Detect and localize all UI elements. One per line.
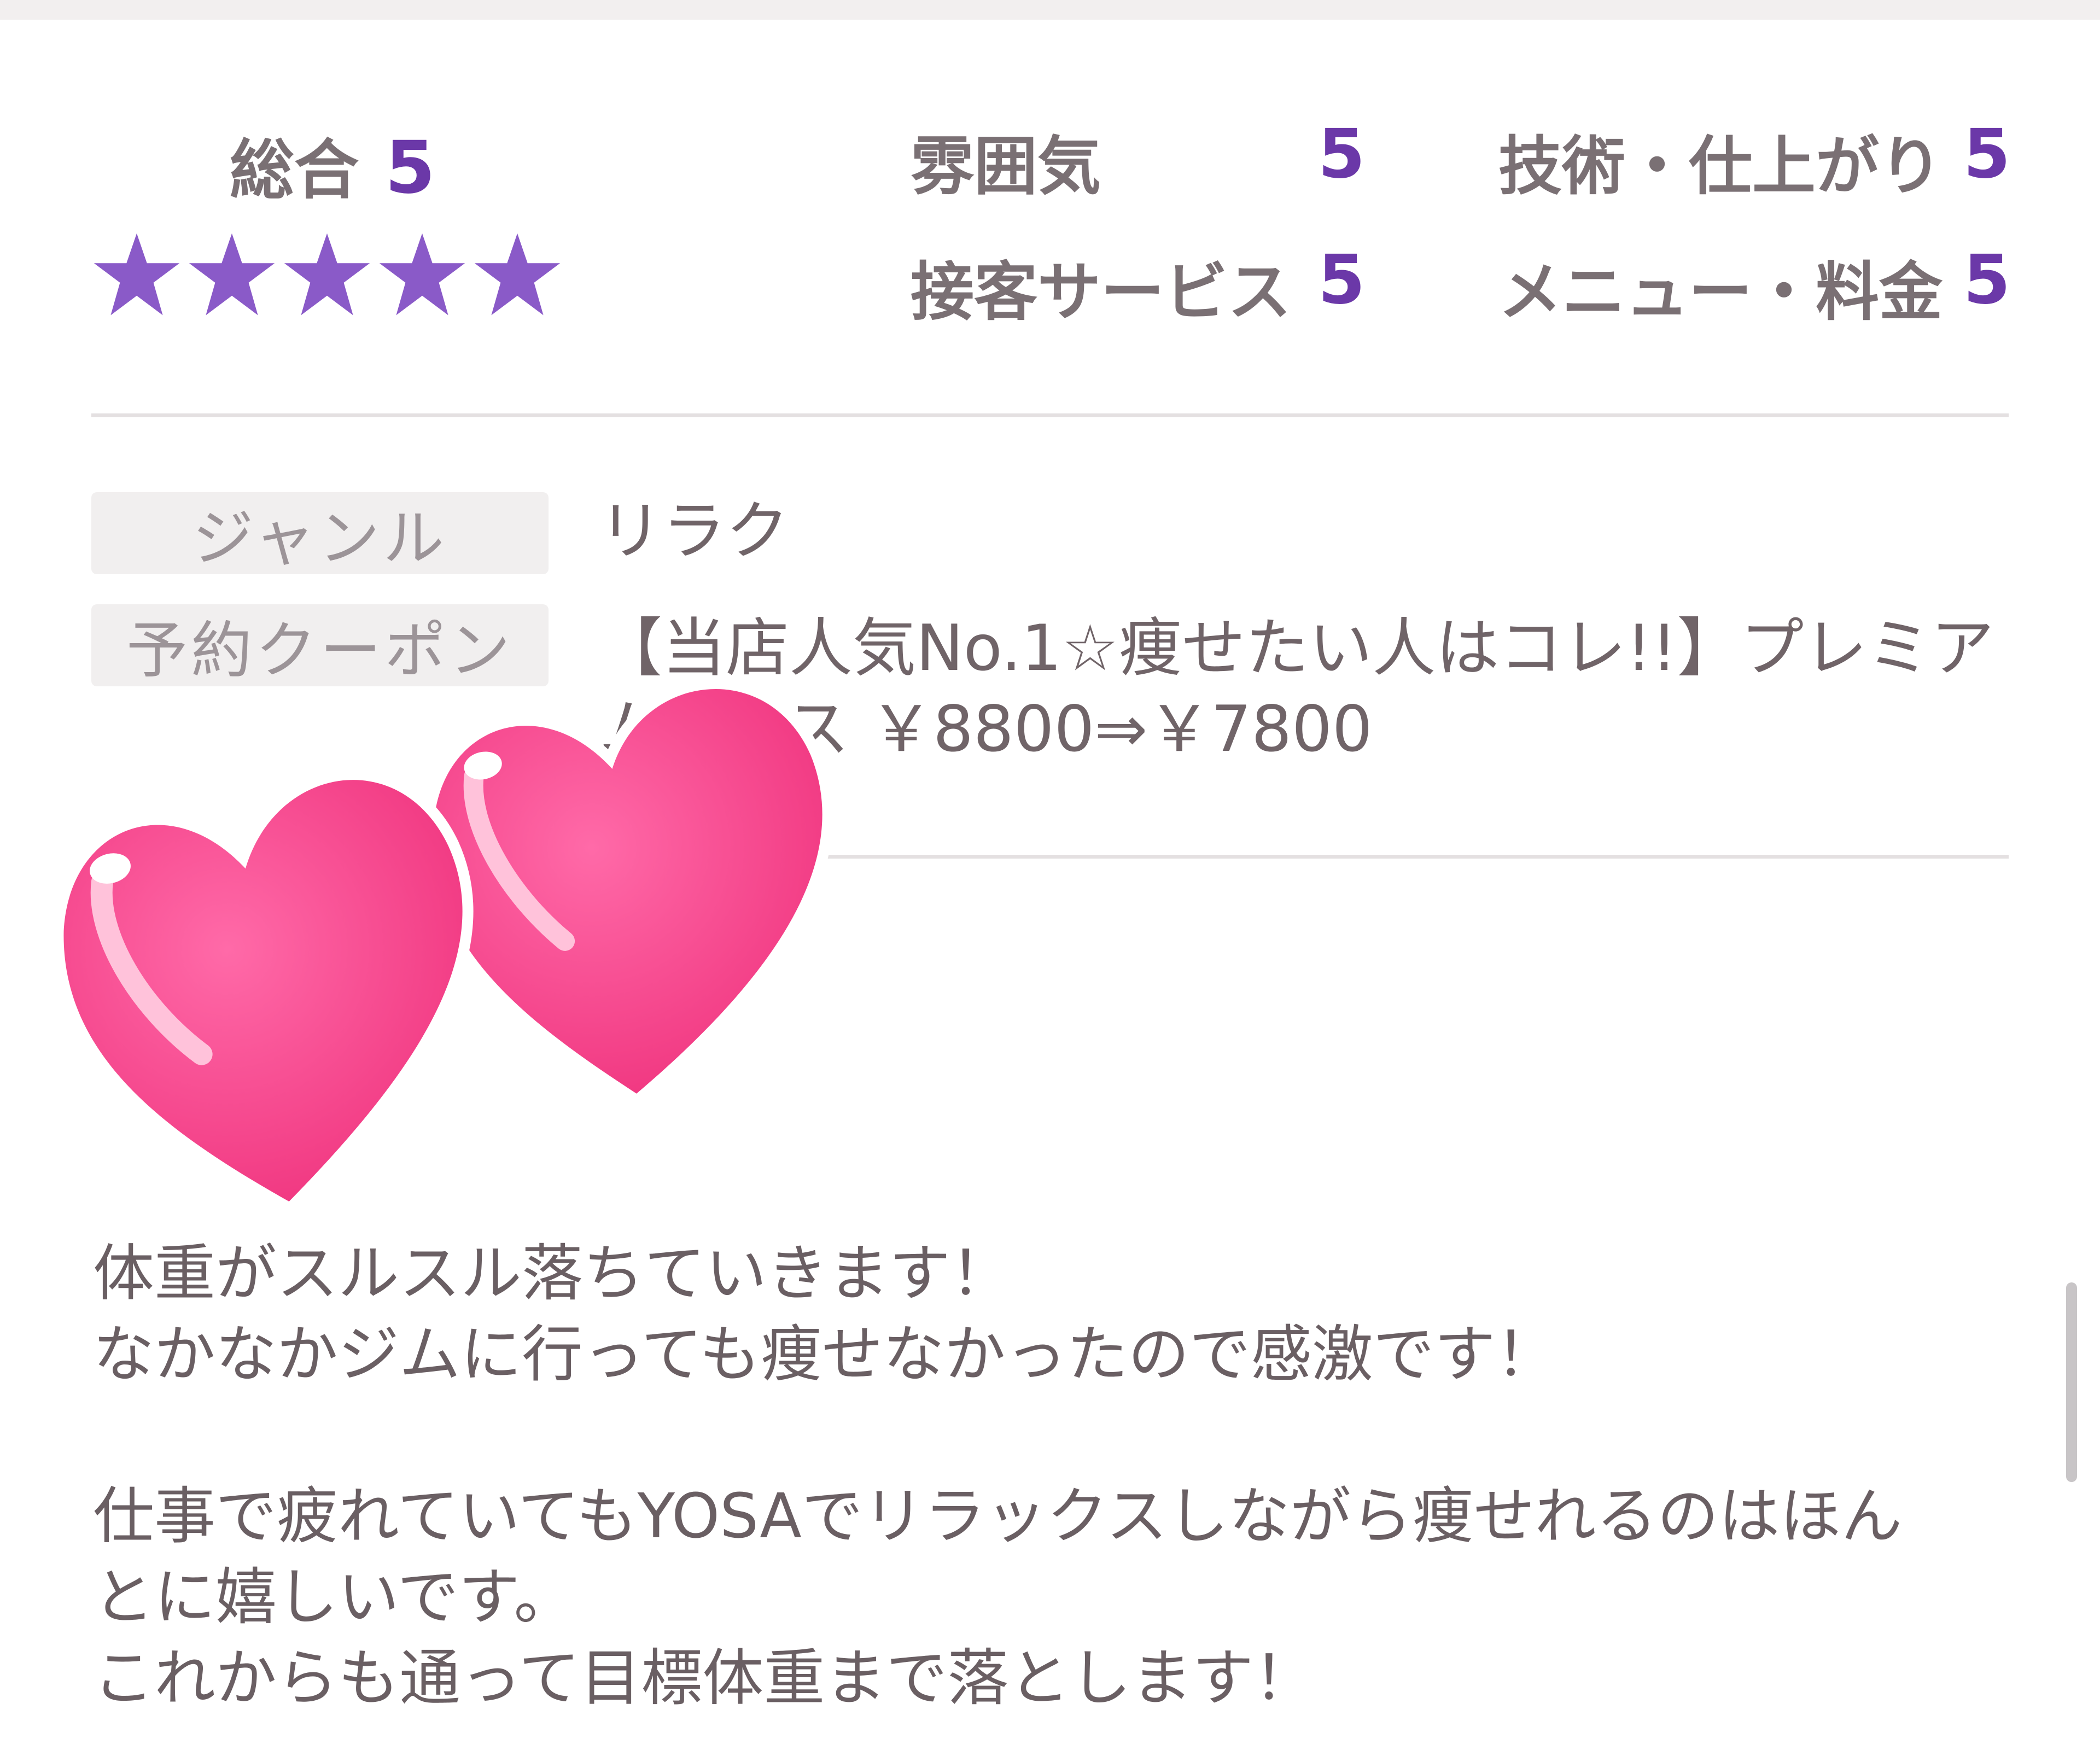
genre-label: ジャンル [91, 492, 549, 574]
star-icon [189, 233, 275, 316]
rating-label: 雰囲気 [911, 130, 1101, 203]
overall-value: 5 [385, 126, 435, 210]
rating-value: 5 [1963, 241, 2011, 319]
top-bar [0, 0, 2100, 20]
review-line: 体重がスルスル落ちていきます！ [93, 1238, 1012, 1309]
genre-value: リラク [599, 494, 789, 568]
rating-menu-price: メニュー・料金 5 [1498, 241, 2010, 332]
star-icon [379, 233, 465, 316]
star-icon [284, 233, 370, 316]
rating-atmosphere: 雰囲気 5 [911, 115, 1365, 207]
rating-value: 5 [1318, 241, 1366, 319]
star-rating [90, 230, 564, 323]
rating-value: 5 [1963, 115, 2011, 194]
review-line-blank [93, 1395, 2007, 1476]
review-line: これからも通って目標体重まで落とします！ [93, 1643, 1315, 1714]
divider [91, 413, 2009, 417]
rating-label: 接客サービス [911, 255, 1291, 329]
rating-label: メニュー・料金 [1498, 255, 1942, 329]
review-page: 総合 5 雰囲気 5 接客サービス 5 技術・仕上がり 5 メニュー・料金 5 … [0, 0, 2100, 1756]
review-body: 体重がスルスル落ちていきます！ なかなかジムに行っても痩せなかったので感激です！… [93, 1233, 2007, 1719]
star-icon [474, 233, 561, 316]
review-line: とに嬉しいです。 [93, 1562, 575, 1633]
review-line: 仕事で疲れていてもYOSAでリラックスしながら痩せれるのはほん [93, 1481, 1903, 1552]
heart-icon [422, 678, 833, 1107]
coupon-line: 【当店人気No.1☆痩せたい人はコレ!!】プレミア [599, 611, 1994, 685]
scrollbar[interactable] [2066, 1282, 2077, 1482]
rating-technique: 技術・仕上がり 5 [1498, 115, 2010, 207]
rating-value: 5 [1318, 115, 1366, 194]
overall-label: 総合 [230, 132, 359, 208]
rating-label: 技術・仕上がり [1498, 130, 1942, 203]
overall-rating: 総合 5 [230, 118, 435, 211]
coupon-label: 予約クーポン [91, 604, 549, 686]
hearts-sticker-icon [52, 678, 833, 1216]
review-line: なかなかジムに行っても痩せなかったので感激です！ [93, 1319, 1557, 1390]
rating-service: 接客サービス 5 [911, 241, 1365, 332]
star-icon [94, 233, 180, 316]
